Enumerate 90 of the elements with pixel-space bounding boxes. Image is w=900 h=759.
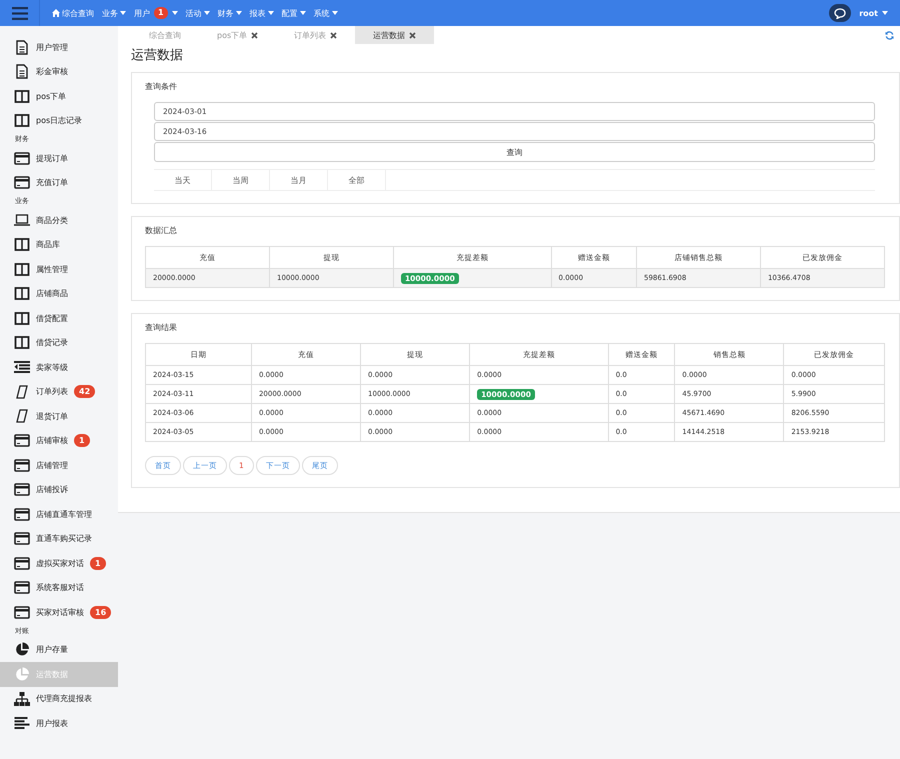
chat-button[interactable] — [829, 4, 852, 22]
sidebar-item[interactable]: 借贷配置 — [0, 306, 118, 330]
chat-bubble-icon — [834, 8, 846, 18]
count-badge: 1 — [154, 7, 168, 19]
user-menu[interactable]: root — [859, 8, 888, 18]
sidebar-item[interactable]: 提现订单 — [0, 146, 118, 170]
sidebar-item[interactable]: 充值订单 — [0, 170, 118, 195]
columns-icon — [14, 312, 30, 325]
sidebar-item[interactable]: 店铺投诉 — [0, 478, 118, 502]
sidebar-item[interactable]: 直通车购买记录 — [0, 526, 118, 551]
columns-icon — [14, 90, 30, 103]
sidebar-item[interactable]: 商品库 — [0, 232, 118, 257]
sidebar-item[interactable]: 系统客服对话 — [0, 576, 118, 600]
list-icon — [14, 361, 30, 374]
columns-icon — [14, 238, 30, 252]
sidebar-item[interactable]: 订单列表 42 — [0, 380, 118, 404]
sidebar-item[interactable]: 虚拟买家对话 1 — [0, 551, 118, 576]
card-icon — [14, 176, 30, 190]
panel-title: 查询条件 — [145, 81, 178, 92]
sidebar-item[interactable]: 店铺商品 — [0, 282, 118, 306]
caret-icon — [204, 11, 210, 15]
sidebar-item[interactable]: 店铺直通车管理 — [0, 502, 118, 526]
count-badge: 1 — [74, 434, 90, 448]
card-icon — [14, 508, 30, 521]
columns-icon — [14, 114, 30, 128]
caret-icon — [882, 11, 888, 15]
range-tab[interactable]: 全部 — [328, 170, 386, 190]
page-title: 运营数据 — [131, 47, 184, 64]
card-icon — [14, 606, 30, 619]
sidebar-item[interactable]: 用户存量 — [0, 638, 118, 662]
sidebar-item[interactable]: 商品分类 — [0, 208, 118, 232]
card-icon — [14, 152, 30, 165]
sidebar-item[interactable]: 退货订单 — [0, 404, 118, 428]
query-button[interactable]: 查询 — [154, 142, 875, 162]
caret-icon — [300, 11, 306, 15]
sidebar-item[interactable]: pos日志记录 — [0, 108, 118, 133]
columns-icon — [14, 262, 30, 276]
card-icon — [14, 434, 30, 448]
sidebar-item[interactable]: 买家对话审核 16 — [0, 600, 118, 624]
sitemap-icon — [14, 692, 30, 706]
panel-title: 查询结果 — [145, 322, 178, 333]
range-tab[interactable]: 当周 — [212, 170, 270, 190]
nav-menu-item[interactable]: 综合查询 — [52, 0, 94, 26]
menu-icon — [12, 6, 28, 20]
tablet-icon — [14, 409, 30, 424]
sidebar-item[interactable]: 借贷记录 — [0, 330, 118, 355]
caret-icon — [332, 11, 338, 15]
align-left-icon — [14, 717, 30, 730]
pie-chart-icon — [14, 666, 30, 682]
range-tab[interactable]: 当月 — [270, 170, 328, 190]
sidebar-item[interactable]: 店铺管理 — [0, 453, 118, 478]
sidebar-item[interactable]: 属性管理 — [0, 257, 118, 282]
caret-icon — [268, 11, 274, 15]
sidebar-item[interactable]: 代理商充提报表 — [0, 686, 118, 711]
caret-icon — [120, 11, 126, 15]
sidebar-item[interactable]: 店铺审核 1 — [0, 428, 118, 453]
card-icon — [14, 556, 30, 570]
document-icon — [14, 64, 30, 80]
sidebar-item[interactable]: 用户管理 — [0, 35, 118, 60]
nav-menu-item[interactable]: 业务 — [102, 0, 126, 26]
sidebar-item[interactable]: pos下单 — [0, 84, 118, 108]
nav-menu-item[interactable]: 活动 — [186, 0, 210, 26]
sidebar-item[interactable]: 用户报表 — [0, 711, 118, 736]
columns-icon — [14, 336, 30, 350]
nav-menu-item[interactable]: 系统 — [314, 0, 338, 26]
panel-title: 数据汇总 — [145, 225, 178, 236]
count-badge: 16 — [90, 606, 112, 619]
range-tab[interactable]: 当天 — [154, 170, 212, 190]
laptop-icon — [14, 214, 30, 226]
caret-icon — [172, 11, 178, 15]
home-icon — [52, 9, 60, 17]
count-badge: 42 — [74, 385, 96, 398]
card-icon — [14, 581, 30, 594]
nav-menu-item[interactable]: 报表 — [250, 0, 274, 26]
pie-chart-icon — [14, 642, 30, 658]
nav-menu-item[interactable]: 配置 — [282, 0, 306, 26]
caret-icon — [236, 11, 242, 15]
document-icon — [14, 40, 30, 55]
tab[interactable]: 运营数据 — [355, 26, 434, 44]
tablet-icon — [14, 384, 30, 399]
card-icon — [14, 532, 30, 546]
refresh-icon[interactable] — [885, 30, 894, 40]
nav-menu-item[interactable]: 财务 — [218, 0, 242, 26]
card-icon — [14, 483, 30, 496]
nav-menu-item[interactable]: 用户 1 — [134, 0, 178, 26]
sidebar-item[interactable]: 卖家等级 — [0, 355, 118, 380]
card-icon — [14, 458, 30, 472]
count-badge: 1 — [90, 556, 106, 570]
sidebar-item[interactable]: 彩金审核 — [0, 60, 118, 84]
columns-icon — [14, 287, 30, 300]
